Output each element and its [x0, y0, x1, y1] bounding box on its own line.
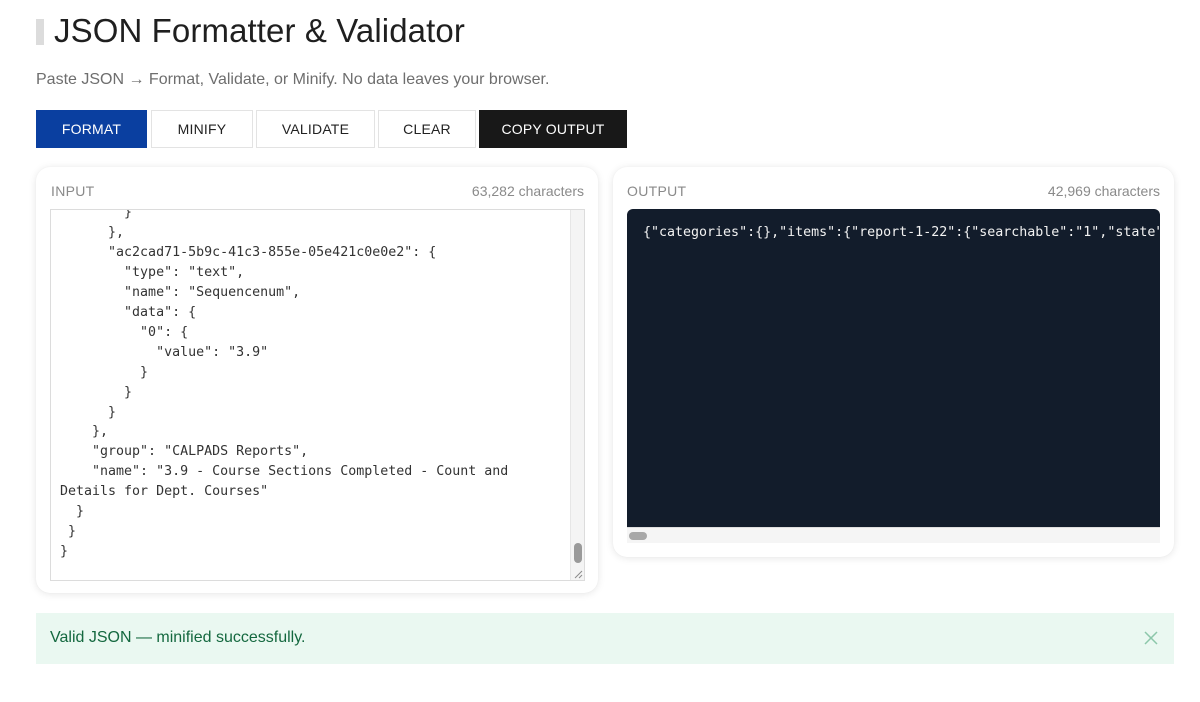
close-icon[interactable] [1140, 627, 1162, 649]
input-textarea[interactable]: } }, "ac2cad71-5b9c-41c3-855e-05e421c0e0… [50, 209, 585, 581]
alert-message: Valid JSON — minified successfully. [50, 629, 306, 646]
page-subtitle: Paste JSON → Format, Validate, or Minify… [36, 71, 550, 88]
title-accent-bar [36, 19, 44, 45]
output-horizontal-scrollbar[interactable] [627, 527, 1160, 543]
input-character-count: 63,282 characters [471, 183, 584, 199]
output-panel: OUTPUT 42,969 characters {"categories":{… [613, 167, 1174, 557]
output-code-area[interactable]: {"categories":{},"items":{"report-1-22":… [627, 209, 1160, 543]
format-button[interactable]: FORMAT [36, 110, 147, 148]
output-character-count: 42,969 characters [1047, 183, 1160, 199]
output-label: OUTPUT [627, 183, 687, 199]
copy-output-button[interactable]: COPY OUTPUT [479, 110, 627, 148]
input-code: } }, "ac2cad71-5b9c-41c3-855e-05e421c0e0… [60, 209, 509, 560]
input-vertical-scrollbar[interactable] [570, 210, 584, 580]
output-code: {"categories":{},"items":{"report-1-22":… [643, 225, 1160, 240]
validate-button[interactable]: VALIDATE [256, 110, 375, 148]
input-panel: INPUT 63,282 characters } }, "ac2cad71-5… [36, 167, 598, 593]
clear-button[interactable]: CLEAR [378, 110, 476, 148]
resize-handle-icon[interactable] [573, 569, 583, 579]
input-label: INPUT [51, 183, 95, 199]
status-alert: Valid JSON — minified successfully. [36, 613, 1174, 664]
input-scrollbar-thumb[interactable] [574, 543, 582, 563]
output-scrollbar-thumb[interactable] [629, 532, 647, 540]
page-title: JSON Formatter & Validator [54, 12, 465, 49]
minify-button[interactable]: MINIFY [151, 110, 253, 148]
